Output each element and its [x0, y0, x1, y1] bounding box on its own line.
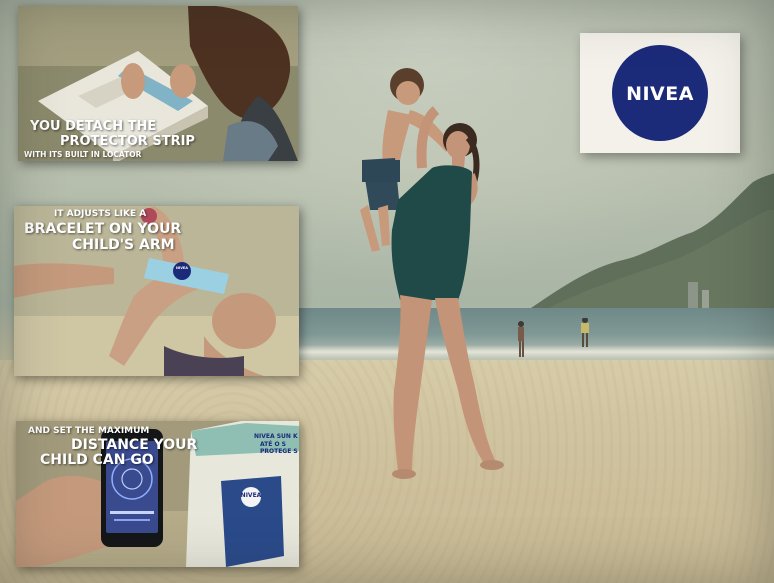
panel-distance-caption-line-1: AND SET THE MAXIMUM: [28, 426, 150, 436]
nivea-logo-card: NIVEA: [580, 33, 740, 153]
magazine-heading: NIVEA SUN K ATÉ O S PROTEGE S: [254, 433, 298, 456]
mountain: [528, 173, 774, 320]
panel-detach-strip: YOU DETACH THE PROTECTOR STRIP WITH ITS …: [18, 6, 298, 161]
nivea-logo-text: NIVEA: [626, 83, 694, 105]
panel-bracelet-caption-line-1: IT ADJUSTS LIKE A: [54, 209, 147, 219]
product-brand-mark: NIVEA: [240, 492, 262, 499]
ad-frame: YOU DETACH THE PROTECTOR STRIP WITH ITS …: [0, 0, 774, 583]
panel-distance-caption-line-3: CHILD CAN GO: [40, 452, 154, 468]
panel-distance: AND SET THE MAXIMUM DISTANCE YOUR CHILD …: [16, 421, 299, 567]
magazine-heading-line-2: ATÉ O S: [260, 440, 286, 448]
beachgoers: [518, 318, 589, 357]
panel-bracelet-caption-line-3: CHILD'S ARM: [72, 237, 175, 253]
panel-detach-caption-line-2: PROTECTOR STRIP: [60, 134, 195, 149]
magazine-heading-line-3: PROTEGE S: [260, 448, 298, 455]
panel-detach-caption-line-3: WITH ITS BUILT IN LOCATOR: [24, 150, 142, 159]
panel-bracelet: IT ADJUSTS LIKE A BRACELET ON YOUR CHILD…: [14, 206, 299, 376]
bracelet-brand-mark: NIVEA: [175, 266, 189, 270]
panel-detach-caption-line-1: YOU DETACH THE: [30, 119, 157, 134]
panel-bracelet-caption-line-2: BRACELET ON YOUR: [24, 221, 182, 237]
panel-distance-caption-line-2: DISTANCE YOUR: [71, 437, 198, 453]
nivea-logo-circle: NIVEA: [612, 45, 708, 141]
mother-holding-child: [360, 68, 504, 479]
magazine-heading-line-1: NIVEA SUN K: [254, 433, 298, 440]
